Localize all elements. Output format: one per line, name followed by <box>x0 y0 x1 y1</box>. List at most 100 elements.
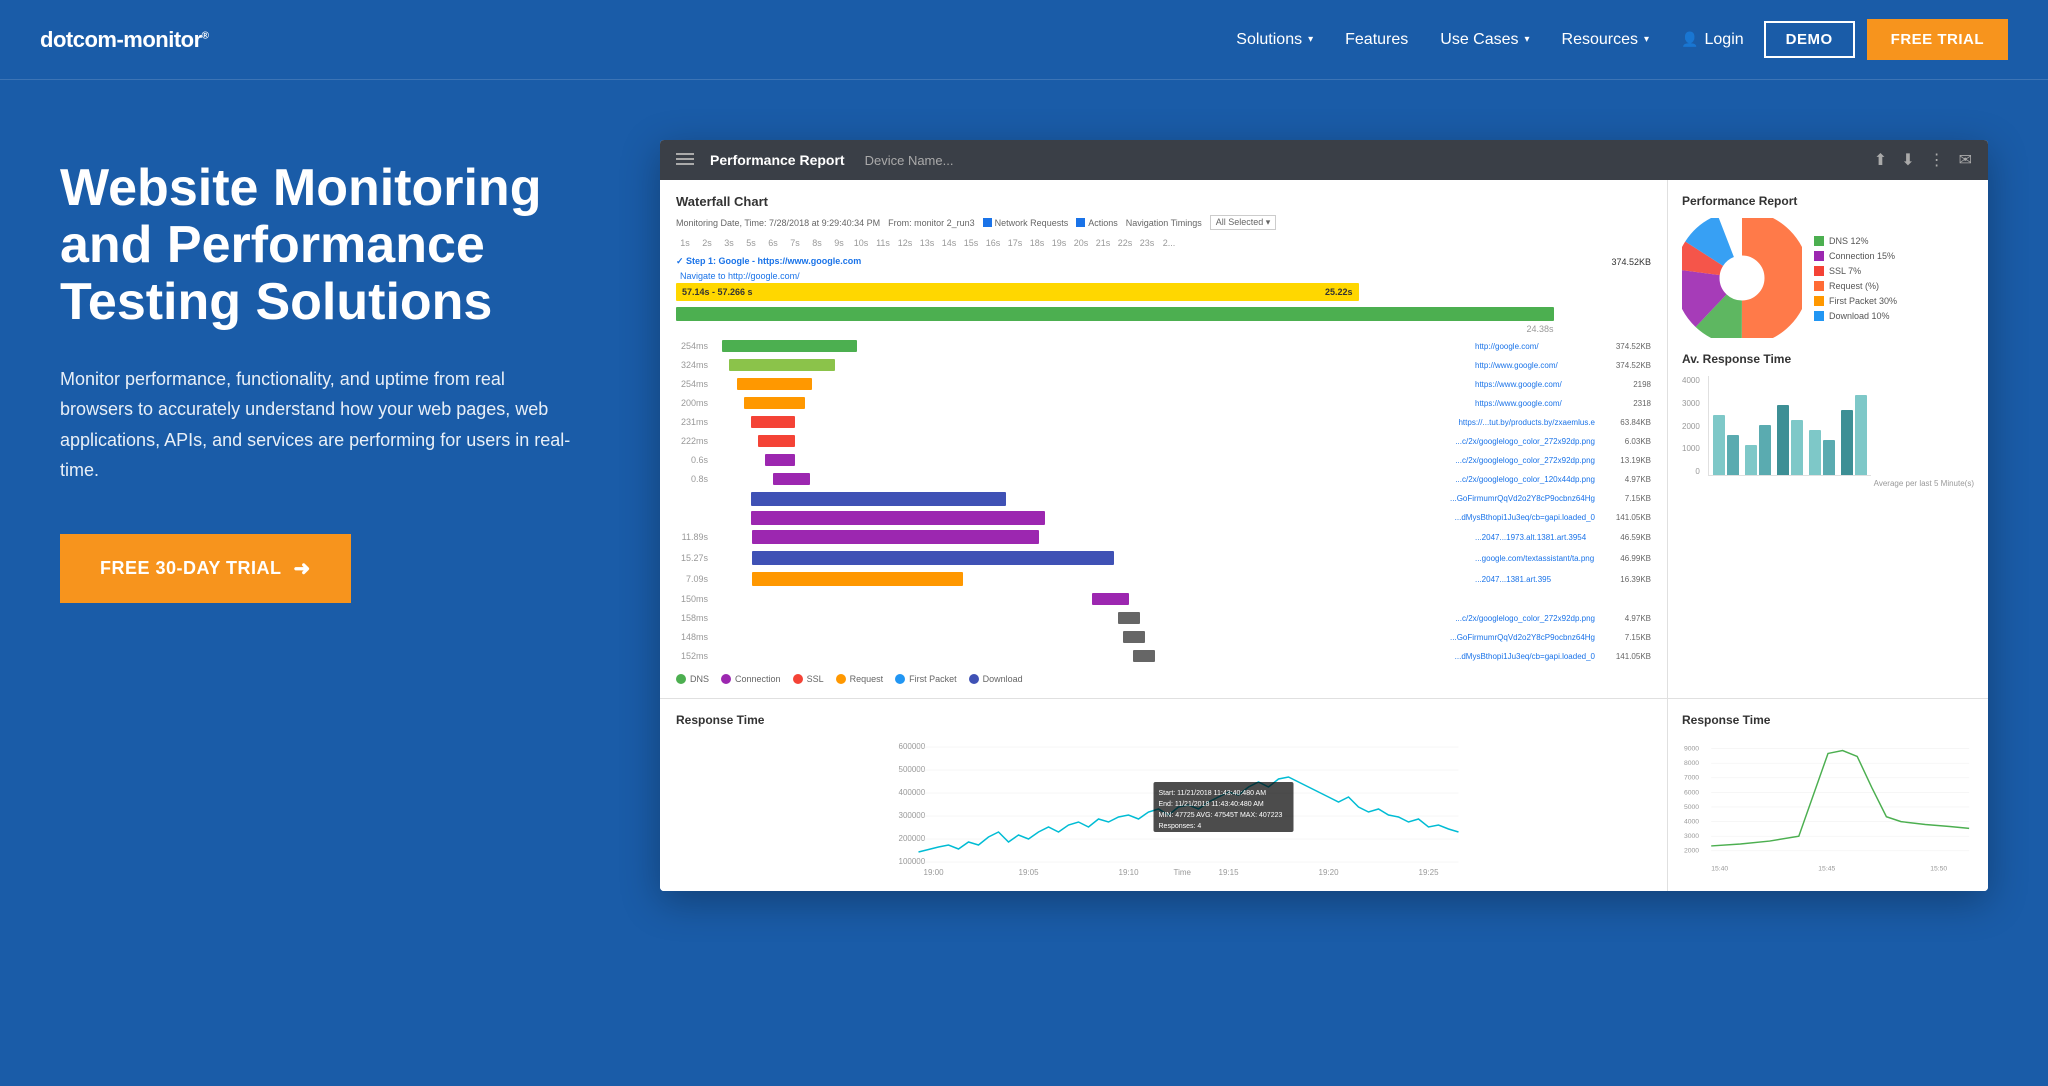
svg-text:4000: 4000 <box>1684 819 1699 826</box>
table-row: 222ms ...c/2x/googlelogo_color_272x92dp.… <box>676 433 1651 449</box>
hero-left: Website Monitoring and Performance Testi… <box>60 140 620 603</box>
svg-text:9000: 9000 <box>1684 746 1699 753</box>
svg-text:5000: 5000 <box>1684 804 1699 811</box>
table-row: 254ms https://www.google.com/ 2198 <box>676 376 1651 392</box>
waterfall-meta: Monitoring Date, Time: 7/28/2018 at 9:29… <box>676 215 1651 230</box>
table-row: 158ms ...c/2x/googlelogo_color_272x92dp.… <box>676 612 1651 624</box>
pie-legend: DNS 12% Connection 15% SSL 7% <box>1814 236 1897 321</box>
more-icon[interactable]: ⋮ <box>1929 150 1945 170</box>
performance-report-section: Performance Report <box>1668 180 1988 699</box>
response-time-main-title: Response Time <box>676 713 1651 727</box>
svg-text:15:50: 15:50 <box>1930 865 1947 872</box>
svg-text:15:40: 15:40 <box>1711 865 1728 872</box>
nav-item-use-cases[interactable]: Use Cases ▾ <box>1440 31 1529 49</box>
dashboard-window: Performance Report Device Name... ⬆ ⬇ ⋮ … <box>660 140 1988 891</box>
waterfall-section: Waterfall Chart Monitoring Date, Time: 7… <box>660 180 1668 699</box>
performance-report-title: Performance Report <box>1682 194 1974 208</box>
response-time-main-section: Response Time 600000 500000 400000 30000… <box>660 699 1668 891</box>
free-trial-button[interactable]: FREE TRIAL <box>1867 19 2008 60</box>
svg-text:2000: 2000 <box>1684 848 1699 855</box>
login-button[interactable]: 👤 Login <box>1681 31 1744 49</box>
avg-response-subtitle: Average per last 5 Minute(s) <box>1682 479 1974 488</box>
svg-text:End: 11/21/2018 11:43:40:480 A: End: 11/21/2018 11:43:40:480 AM <box>1159 801 1264 808</box>
svg-text:6000: 6000 <box>1684 789 1699 796</box>
avg-response-title: Av. Response Time <box>1682 352 1974 366</box>
table-row: 0.6s ...c/2x/googlelogo_color_272x92dp.p… <box>676 452 1651 468</box>
svg-text:19:20: 19:20 <box>1319 868 1340 877</box>
table-row: 7.09s ...2047...1381.art.395 16.39KB <box>676 572 1651 586</box>
download-icon[interactable]: ⬇ <box>1901 150 1914 170</box>
response-time-right-section: Response Time 9000 8000 7000 6000 5000 4… <box>1668 699 1988 891</box>
line-chart-right-svg: 9000 8000 7000 6000 5000 4000 3000 2000 <box>1682 737 1974 877</box>
svg-text:15:45: 15:45 <box>1818 865 1835 872</box>
table-row: ...GoFirmumrQqVd2o2Y8cP9ocbnz64Hg 7.15KB <box>676 490 1651 506</box>
close-icon[interactable]: ✉ <box>1959 150 1972 170</box>
user-icon: 👤 <box>1681 31 1698 48</box>
hero-description: Monitor performance, functionality, and … <box>60 364 580 486</box>
dashboard-subtitle: Device Name... <box>865 153 954 168</box>
menu-icon <box>676 153 694 167</box>
svg-text:8000: 8000 <box>1684 760 1699 767</box>
table-row: 254ms http://google.com/ 374.52KB <box>676 338 1651 354</box>
svg-text:Start: 11/21/2018 11:43:40:480: Start: 11/21/2018 11:43:40:480 AM <box>1159 790 1267 797</box>
svg-text:3000: 3000 <box>1684 833 1699 840</box>
svg-text:19:10: 19:10 <box>1119 868 1140 877</box>
response-time-right-title: Response Time <box>1682 713 1974 727</box>
table-row: 152ms ...dMysBthopi1Ju3eq/cb=gapi.loaded… <box>676 650 1651 662</box>
timeline-ruler: 1s 2s 3s 5s 6s 7s 8s 9s 10s 11s 12s 13s … <box>676 238 1651 248</box>
svg-text:200000: 200000 <box>899 834 926 843</box>
hero-title: Website Monitoring and Performance Testi… <box>60 160 620 332</box>
svg-text:400000: 400000 <box>899 788 926 797</box>
svg-text:19:15: 19:15 <box>1219 868 1240 877</box>
table-row: ...dMysBthopi1Ju3eq/cb=gapi.loaded_0 141… <box>676 509 1651 525</box>
waterfall-title: Waterfall Chart <box>676 194 1651 209</box>
table-row: 11.89s ...2047...1973.alt.1381.art.3954 … <box>676 530 1651 544</box>
nav-item-solutions[interactable]: Solutions ▾ <box>1236 31 1313 49</box>
svg-text:19:25: 19:25 <box>1419 868 1440 877</box>
chevron-down-icon: ▾ <box>1644 34 1649 45</box>
dashboard-title: Performance Report <box>710 152 845 168</box>
big-bar-green <box>676 307 1651 321</box>
svg-text:Time: Time <box>1174 868 1192 877</box>
waterfall-legend: DNS Connection SSL Request <box>676 674 1651 684</box>
nav-links: Solutions ▾ Features Use Cases ▾ Resourc… <box>1236 31 1649 49</box>
table-row: 15.27s ...google.com/textassistant/ta.pn… <box>676 551 1651 565</box>
highlight-bar-container: 57.14s - 57.266 s 25.22s <box>676 283 1651 301</box>
brand-trademark: ® <box>202 30 209 41</box>
table-row: 324ms http://www.google.com/ 374.52KB <box>676 357 1651 373</box>
nav-item-resources[interactable]: Resources ▾ <box>1562 31 1650 49</box>
nav-item-features[interactable]: Features <box>1345 31 1408 49</box>
svg-text:100000: 100000 <box>899 857 926 866</box>
svg-text:Responses: 4: Responses: 4 <box>1159 823 1202 830</box>
share-icon[interactable]: ⬆ <box>1874 150 1887 170</box>
svg-text:19:05: 19:05 <box>1019 868 1040 877</box>
navigation: dotcom-monitor® Solutions ▾ Features Use… <box>0 0 2048 80</box>
hero-cta-button[interactable]: FREE 30-DAY TRIAL ➜ <box>60 534 351 603</box>
chevron-down-icon: ▾ <box>1525 34 1530 45</box>
svg-text:500000: 500000 <box>899 765 926 774</box>
brand-name: dotcom-monitor <box>40 27 202 52</box>
line-chart-svg: 600000 500000 400000 300000 200000 10000… <box>676 737 1651 877</box>
dashboard-body: Waterfall Chart Monitoring Date, Time: 7… <box>660 180 1988 891</box>
waterfall-rows: 254ms http://google.com/ 374.52KB 324ms <box>676 338 1651 664</box>
avg-response-chart: 4000 3000 2000 1000 0 <box>1682 376 1974 476</box>
table-row: 200ms https://www.google.com/ 2318 <box>676 395 1651 411</box>
svg-text:300000: 300000 <box>899 811 926 820</box>
table-row: 150ms <box>676 593 1651 605</box>
dashboard-preview: Performance Report Device Name... ⬆ ⬇ ⋮ … <box>660 140 1988 891</box>
avg-response-section: Av. Response Time 4000 3000 2000 1000 0 <box>1682 352 1974 488</box>
response-time-right-chart: 9000 8000 7000 6000 5000 4000 3000 2000 <box>1682 737 1974 877</box>
dashboard-header: Performance Report Device Name... ⬆ ⬇ ⋮ … <box>660 140 1988 180</box>
svg-text:7000: 7000 <box>1684 775 1699 782</box>
svg-text:600000: 600000 <box>899 742 926 751</box>
table-row: 148ms ...GoFirmumrQqVd2o2Y8cP9ocbnz64Hg … <box>676 631 1651 643</box>
bar-chart <box>1708 376 1871 476</box>
hero-section: Website Monitoring and Performance Testi… <box>0 80 2048 1086</box>
demo-button[interactable]: DEMO <box>1764 21 1855 58</box>
brand-logo[interactable]: dotcom-monitor® <box>40 27 209 53</box>
dashboard-actions: ⬆ ⬇ ⋮ ✉ <box>1874 150 1972 170</box>
response-time-main-chart: 600000 500000 400000 300000 200000 10000… <box>676 737 1651 877</box>
chevron-down-icon: ▾ <box>1308 34 1313 45</box>
pie-chart-container: DNS 12% Connection 15% SSL 7% <box>1682 218 1974 338</box>
step-highlight: ✓ Step 1: Google - https://www.google.co… <box>676 256 1651 267</box>
